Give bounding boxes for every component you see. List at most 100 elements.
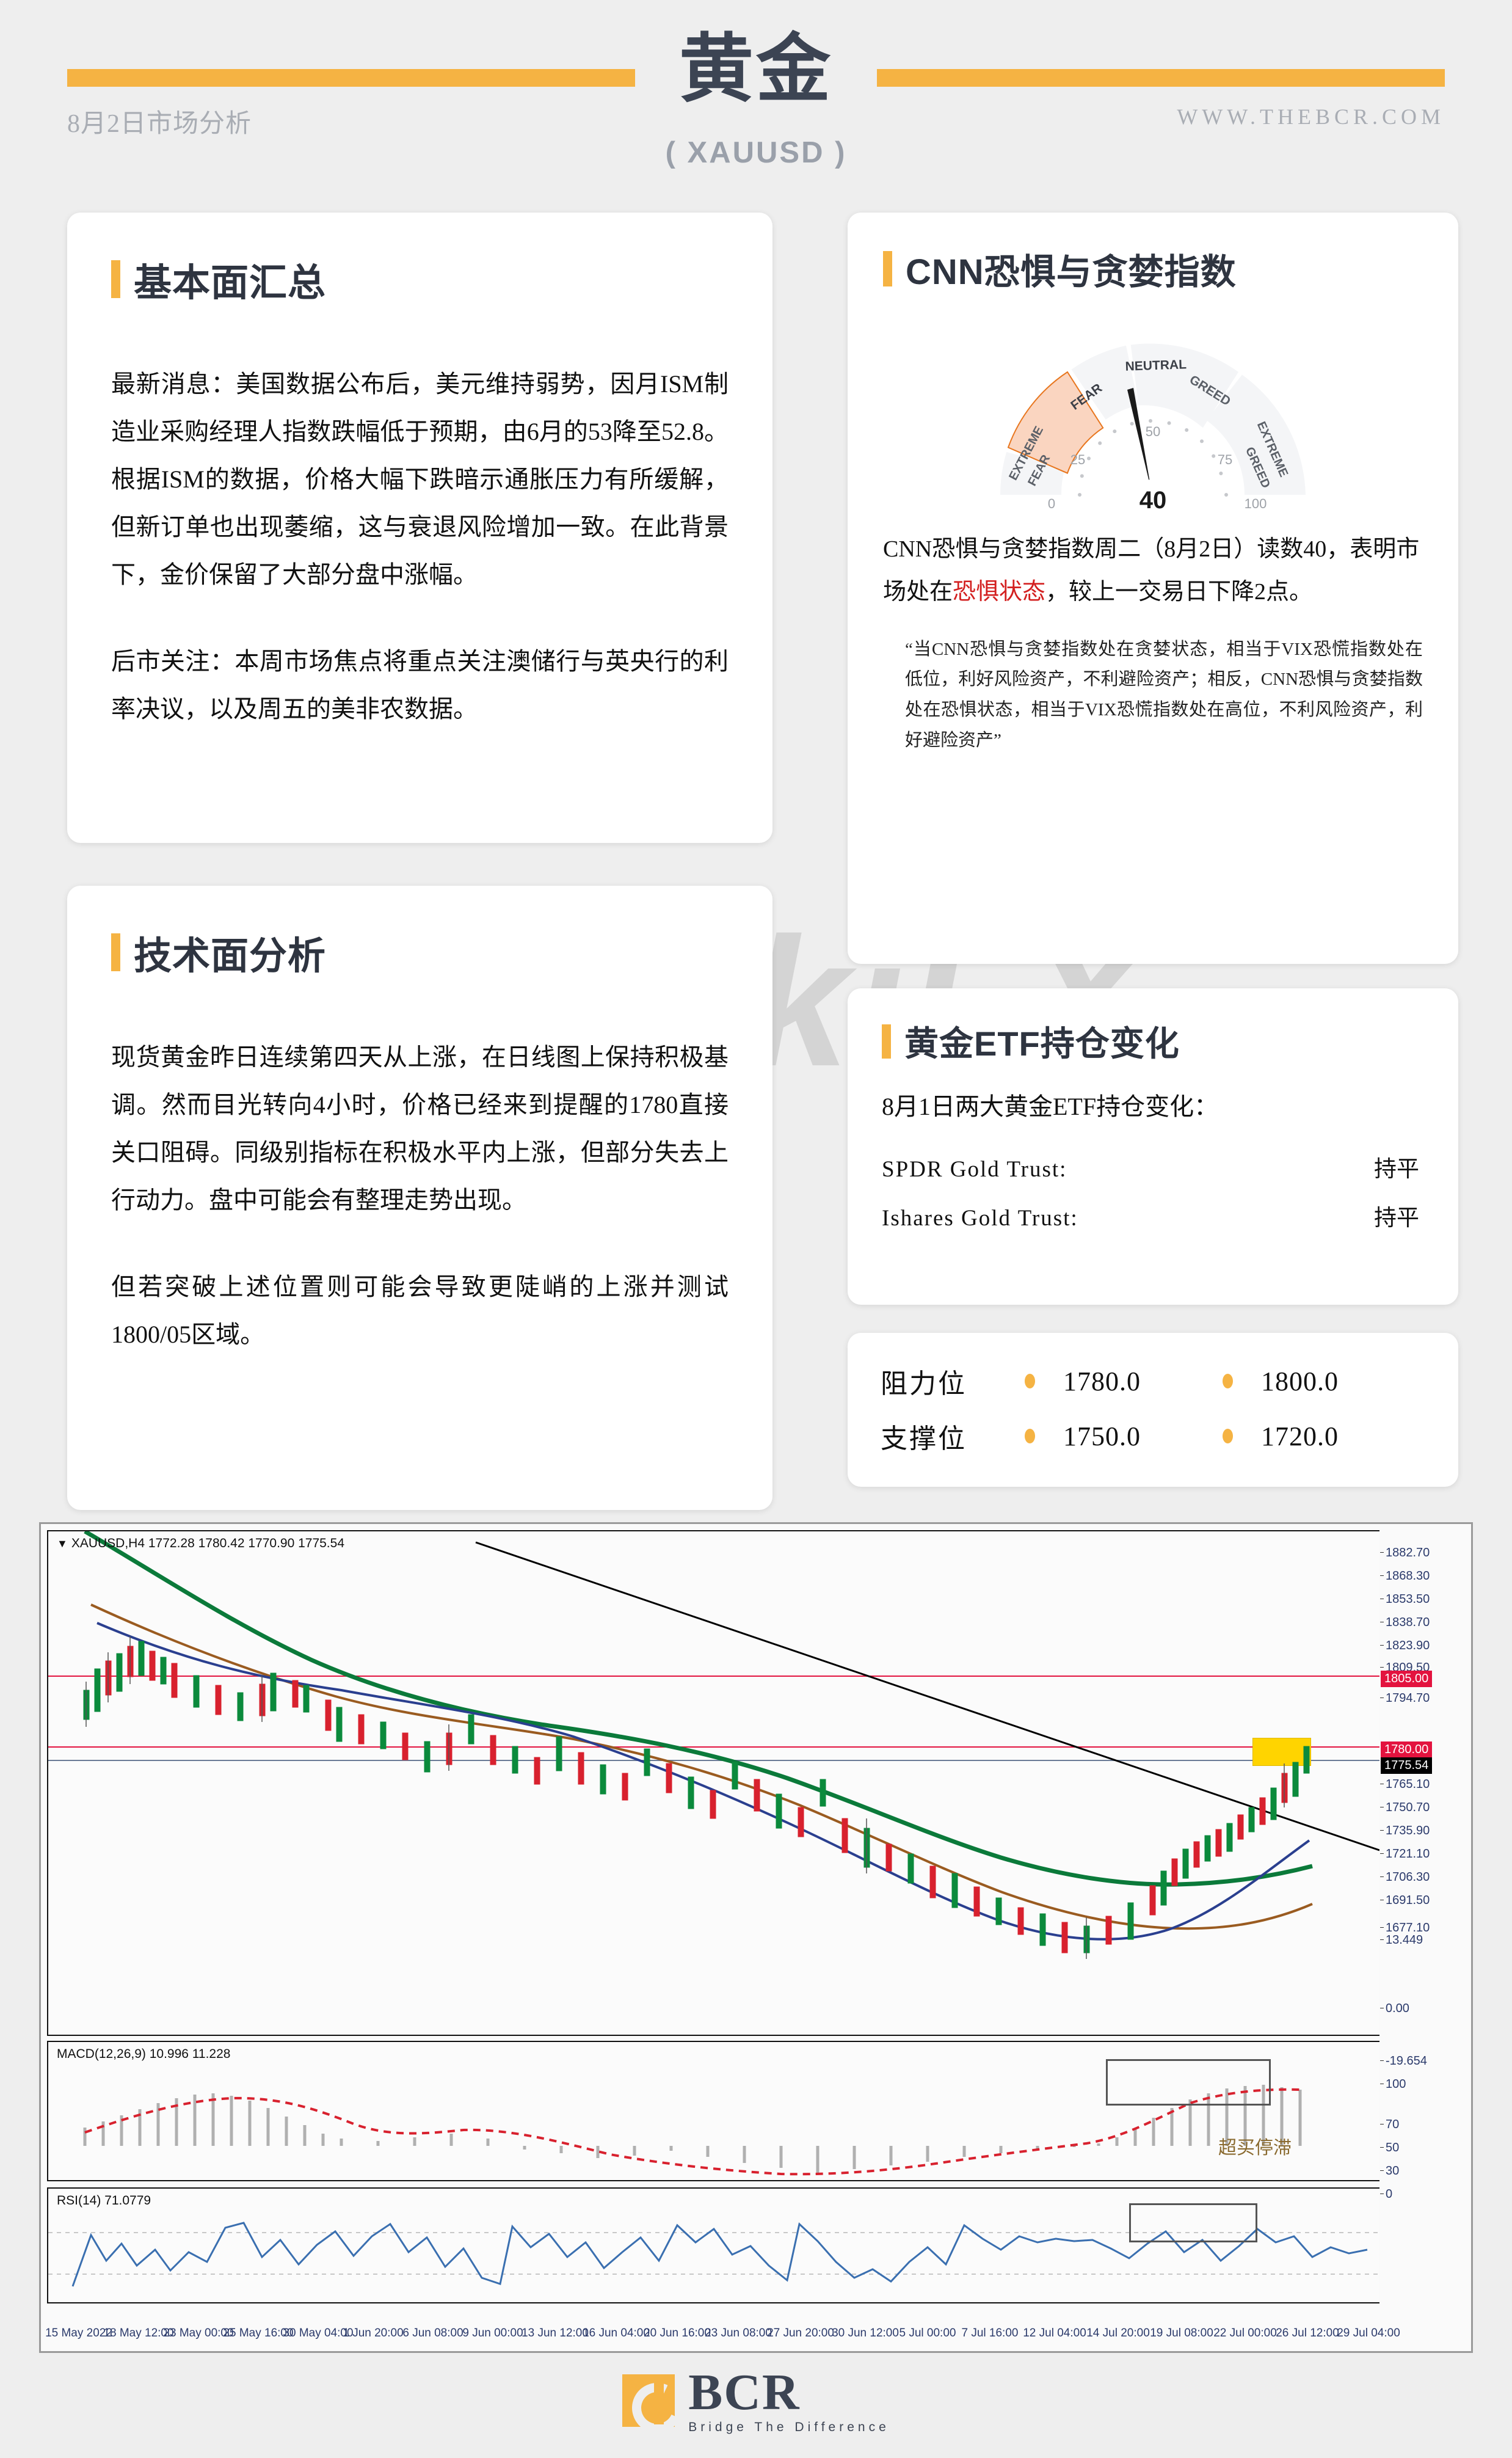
x-tick-11: 23 Jun 08:00 [705,2327,772,2339]
cnn-desc-after: ，较上一交易日下降2点。 [1045,579,1313,605]
macd-pane[interactable]: MACD(12,26,9) 10.996 11.228 超买停滞 [47,2041,1384,2181]
brand-name: BCR [688,2364,801,2421]
rsi-tick-0: 100 [1379,2077,1406,2091]
accent-bar-icon [883,251,892,286]
page-footer: BCR Bridge The Difference [0,2367,1512,2434]
fundamental-section-title: 基本面汇总 [111,252,729,307]
y-tick-0: 1882.70 [1379,1546,1430,1559]
gauge-svg: 0 25 50 75 100 EXTREME FEAR FEAR NEUTRAL… [1000,343,1306,513]
fundamental-title-text: 基本面汇总 [134,262,327,304]
y-tick-7: 1765.10 [1379,1778,1430,1791]
y-tick-10: 1721.10 [1379,1847,1430,1861]
header-date: 8月2日市场分析 [67,110,252,138]
page-subtitle: ( XAUUSD ) [665,136,847,169]
resistance-label: 阻力位 [881,1369,967,1399]
collapse-triangle-icon[interactable]: ▼ [57,1537,68,1550]
x-tick-9: 16 Jun 04:00 [583,2327,650,2339]
price-series-svg [83,1531,1380,1959]
x-tick-7: 9 Jun 00:00 [462,2327,523,2339]
cnn-fear-greed-card: CNN恐惧与贪婪指数 0 25 50 75 100 EXTREME FEAR F… [848,213,1458,964]
y-tick-6: 1794.70 [1379,1691,1430,1705]
y-tick-4: 1823.90 [1379,1639,1430,1652]
etf-value-ishares: 持平 [1374,1206,1419,1231]
price-chart-panel[interactable]: ▼ XAUUSD,H4 1772.28 1780.42 1770.90 1775.… [39,1522,1473,2353]
x-tick-16: 12 Jul 04:00 [1023,2327,1086,2339]
candlestick-series [83,1636,1310,1959]
rsi-pane[interactable]: RSI(14) 71.0779 [47,2187,1384,2303]
rsi-tick-2: 50 [1379,2141,1400,2154]
bcr-logo-text: BCR Bridge The Difference [688,2367,890,2434]
cnn-quote: “当CNN恐惧与贪婪指数处在贪婪状态，相当于VIX恐慌指数处在低位，利好风险资产… [905,639,1423,751]
bullet-dot-icon [1025,1429,1035,1443]
rsi-tick-4: 0 [1379,2187,1393,2201]
technical-paragraph-1: 现货黄金昨日连续第四天从上涨，在日线图上保持积极基调。然而目光转向4小时，价格已… [111,1043,729,1214]
etf-section-title: 黄金ETF持仓变化 [882,1016,1424,1066]
x-tick-6: 6 Jun 08:00 [402,2327,463,2339]
etf-row-ishares: Ishares Gold Trust: 持平 [882,1199,1424,1232]
y-tick-2: 1853.50 [1379,1592,1430,1606]
macd-tick-2: -19.654 [1380,2054,1427,2068]
macd-annotation-text: 超买停滞 [1218,2138,1292,2158]
page-header: 黄金 ( XAUUSD ) 8月2日市场分析 WWW.THEBCR.COM [0,0,1512,202]
etf-lead-text: 8月1日两大黄金ETF持仓变化： [882,1093,1219,1120]
support-row: 支撑位 1750.0 1720.0 [881,1409,1425,1464]
fundamental-paragraph-1: 最新消息：美国数据公布后，美元维持弱势，因月ISM制造业采购经理人指数跌幅低于预… [111,370,729,588]
ma-brown-line [90,1603,1313,1930]
bcr-logo-icon [622,2374,675,2427]
resistance-value-2: 1800.0 [1261,1366,1339,1396]
x-tick-0: 15 May 2022 [45,2327,112,2339]
gold-etf-card: 黄金ETF持仓变化 8月1日两大黄金ETF持仓变化： SPDR Gold Tru… [848,988,1458,1305]
x-tick-20: 26 Jul 12:00 [1276,2327,1339,2339]
technical-paragraph-2: 但若突破上述位置则可能会导致更陡峭的上涨并测试1800/05区域。 [111,1273,729,1348]
resistance-row: 阻力位 1780.0 1800.0 [881,1354,1425,1409]
support-value-1: 1750.0 [1063,1421,1141,1451]
gauge-scale-50: 50 [1146,424,1160,439]
cnn-status-highlight: 恐惧状态 [953,579,1046,605]
gauge-value: 40 [1139,487,1167,513]
x-tick-5: 1 Jun 20:00 [343,2327,404,2339]
fundamental-card: 基本面汇总 最新消息：美国数据公布后，美元维持弱势，因月ISM制造业采购经理人指… [67,213,772,843]
support-value-2: 1720.0 [1261,1421,1339,1451]
x-tick-19: 22 Jul 00:00 [1213,2327,1277,2339]
bullet-dot-icon [1223,1429,1233,1443]
technical-title-text: 技术面分析 [134,935,327,977]
bullet-dot-icon [1025,1374,1035,1388]
macd-tick-1: 0.00 [1380,2002,1409,2015]
macd-tick-0: 13.449 [1379,1933,1423,1947]
x-tick-18: 19 Jul 08:00 [1150,2327,1213,2339]
gauge-scale-25: 25 [1070,452,1085,467]
ma-green-line [84,1531,1313,1887]
accent-bar-icon [882,1024,891,1059]
support-label: 支撑位 [881,1424,967,1454]
rsi-tick-3: 30 [1379,2164,1400,2178]
gauge-scale-0: 0 [1048,496,1055,511]
x-tick-15: 7 Jul 16:00 [961,2327,1019,2339]
rsi-tick-1: 70 [1379,2118,1400,2131]
header-url: WWW.THEBCR.COM [1177,104,1445,129]
macd-annotation-box [1106,2059,1271,2106]
x-tick-14: 5 Jul 00:00 [899,2327,956,2339]
gauge-scale-100: 100 [1245,496,1267,511]
y-tick-3: 1838.70 [1379,1616,1430,1629]
x-tick-10: 20 Jun 16:00 [644,2327,711,2339]
y-tick-9: 1735.90 [1379,1824,1430,1837]
price-badge-1805: 1805.00 [1381,1671,1433,1687]
price-pane[interactable]: ▼ XAUUSD,H4 1772.28 1780.42 1770.90 1775.… [47,1530,1384,2036]
accent-bar-icon [111,933,120,971]
etf-value-spdr: 持平 [1374,1157,1419,1182]
price-badge-last: 1775.54 [1381,1757,1433,1774]
gauge-label-neutral: NEUTRAL [1125,357,1187,373]
y-tick-12: 1691.50 [1379,1894,1430,1907]
technical-body: 现货黄金昨日连续第四天从上涨，在日线图上保持积极基调。然而目光转向4小时，价格已… [111,1034,729,1358]
cnn-description: CNN恐惧与贪婪指数周二（8月2日）读数40，表明市场处在恐惧状态，较上一交易日… [883,528,1423,614]
fundamental-paragraph-2: 后市关注：本周市场焦点将重点关注澳储行与英央行的利率决议，以及周五的美非农数据。 [111,647,729,723]
x-tick-21: 29 Jul 04:00 [1337,2327,1400,2339]
brand-tagline: Bridge The Difference [688,2420,890,2434]
chart-symbol-label: ▼ XAUUSD,H4 1772.28 1780.42 1770.90 1775.… [57,1536,344,1551]
date-axis: 15 May 2022 18 May 12:00 23 May 00:00 25… [45,2327,1400,2347]
resistance-value-1: 1780.0 [1063,1366,1141,1396]
rsi-label: RSI(14) 71.0779 [57,2194,151,2208]
macd-label: MACD(12,26,9) 10.996 11.228 [57,2047,231,2061]
x-tick-8: 13 Jun 12:00 [522,2327,589,2339]
chart-title-text: XAUUSD,H4 1772.28 1780.42 1770.90 1775.5… [71,1536,345,1550]
